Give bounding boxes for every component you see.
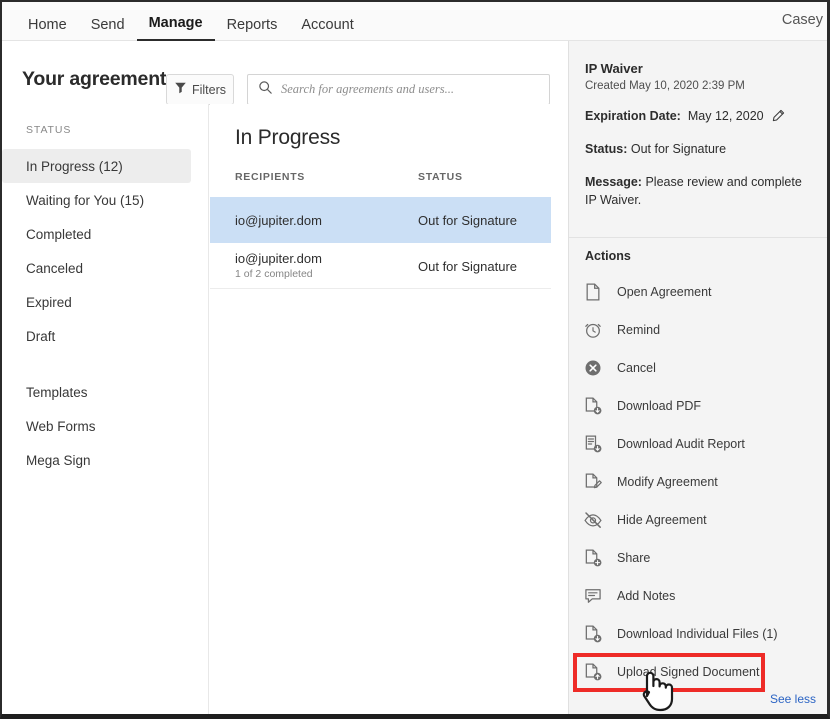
action-hide-agreement[interactable]: Hide Agreement [569, 501, 828, 539]
nav-item-home[interactable]: Home [16, 18, 79, 41]
agreement-summary: IP Waiver Created May 10, 2020 2:39 PM E… [569, 41, 827, 209]
action-label: Hide Agreement [617, 513, 707, 527]
column-header-status: STATUS [418, 171, 463, 183]
row-progress-note: 1 of 2 completed [235, 268, 313, 280]
nav-item-send[interactable]: Send [79, 18, 137, 41]
status-label: Status: [585, 142, 627, 156]
sidebar-item-templates[interactable]: Templates [2, 375, 191, 409]
sidebar-status-list: In Progress (12)Waiting for You (15)Comp… [2, 149, 208, 353]
comment-icon [583, 586, 603, 606]
filter-funnel-icon [174, 81, 187, 99]
report-download-icon [583, 434, 603, 454]
sidebar-tools-list: TemplatesWeb FormsMega Sign [2, 375, 208, 477]
sidebar-divider-space [2, 353, 208, 375]
sidebar-heading: STATUS [2, 104, 208, 136]
action-download-pdf[interactable]: Download PDF [569, 387, 828, 425]
search-placeholder: Search for agreements and users... [281, 82, 454, 97]
search-input[interactable]: Search for agreements and users... [247, 74, 550, 105]
expiration-date-label: Expiration Date: [585, 107, 681, 125]
table-row[interactable]: io@jupiter.dom Out for Signature [210, 197, 551, 243]
list-title: In Progress [235, 126, 340, 150]
action-label: Remind [617, 323, 660, 337]
action-download-individual-files-1[interactable]: Download Individual Files (1) [569, 615, 828, 653]
table-row[interactable]: io@jupiter.dom 1 of 2 completed Out for Si… [210, 243, 551, 289]
action-cancel[interactable]: Cancel [569, 349, 828, 387]
row-status: Out for Signature [418, 213, 517, 228]
message-row: Message: Please review and complete IP W… [585, 173, 811, 209]
agreement-rows: io@jupiter.domOut for Signatureio@jupite… [210, 197, 551, 289]
action-add-notes[interactable]: Add Notes [569, 577, 828, 615]
alarm-clock-icon [583, 320, 603, 340]
action-share[interactable]: Share [569, 539, 828, 577]
filters-button-label: Filters [192, 83, 226, 97]
action-label: Download Audit Report [617, 437, 745, 451]
action-label: Share [617, 551, 650, 565]
sidebar-item-web-forms[interactable]: Web Forms [2, 409, 191, 443]
search-icon [258, 80, 273, 100]
page-title: Your agreements [22, 68, 177, 91]
action-label: Open Agreement [617, 285, 712, 299]
sidebar-item-expired[interactable]: Expired [2, 285, 191, 319]
agreement-list-column: In Progress RECIPIENTS STATUS io@jupiter… [210, 104, 567, 716]
action-label: Add Notes [617, 589, 675, 603]
agreement-created-date: Created May 10, 2020 2:39 PM [585, 80, 811, 92]
sidebar-item-in-progress[interactable]: In Progress (12) [2, 149, 191, 183]
sidebar-item-canceled[interactable]: Canceled [2, 251, 191, 285]
sidebar-item-waiting-for-you[interactable]: Waiting for You (15) [2, 183, 191, 217]
page-header: Your agreements Filters Search for agree… [2, 41, 567, 104]
cancel-circle-icon [583, 358, 603, 378]
status-row: Status: Out for Signature [585, 140, 811, 158]
column-header-recipients: RECIPIENTS [235, 171, 305, 183]
action-remind[interactable]: Remind [569, 311, 828, 349]
nav-items: HomeSendManageReportsAccount [2, 2, 827, 41]
panel-divider [569, 237, 828, 238]
sidebar-item-completed[interactable]: Completed [2, 217, 191, 251]
document-edit-icon [583, 472, 603, 492]
action-download-audit-report[interactable]: Download Audit Report [569, 425, 828, 463]
action-label: Modify Agreement [617, 475, 718, 489]
action-label: Download Individual Files (1) [617, 627, 778, 641]
application-window: HomeSendManageReportsAccount Casey Your … [0, 0, 830, 719]
sidebar-item-draft[interactable]: Draft [2, 319, 191, 353]
edit-pencil-icon[interactable] [771, 109, 785, 123]
message-label: Message: [585, 175, 642, 189]
sidebar: STATUS In Progress (12)Waiting for You (… [2, 104, 209, 716]
document-add-icon [583, 548, 603, 568]
filters-button[interactable]: Filters [166, 74, 234, 105]
action-label: Download PDF [617, 399, 701, 413]
sidebar-item-mega-sign[interactable]: Mega Sign [2, 443, 191, 477]
expiration-date-row: Expiration Date: May 12, 2020 [585, 107, 811, 125]
action-open-agreement[interactable]: Open Agreement [569, 273, 828, 311]
row-status: Out for Signature [418, 259, 517, 274]
nav-item-account[interactable]: Account [289, 18, 365, 41]
see-less-link[interactable]: See less [770, 692, 816, 706]
actions-heading: Actions [585, 249, 631, 263]
status-value: Out for Signature [631, 142, 726, 156]
document-download-icon [583, 624, 603, 644]
row-recipient: io@jupiter.dom [235, 213, 322, 228]
document-download-icon [583, 396, 603, 416]
action-label: Cancel [617, 361, 656, 375]
nav-item-reports[interactable]: Reports [215, 18, 290, 41]
agreement-title: IP Waiver [585, 61, 811, 76]
list-column-headers: RECIPIENTS STATUS [210, 171, 551, 195]
document-upload-icon [583, 662, 603, 682]
nav-item-manage[interactable]: Manage [137, 16, 215, 41]
expiration-date-value: May 12, 2020 [688, 107, 764, 125]
agreement-detail-panel: IP Waiver Created May 10, 2020 2:39 PM E… [568, 41, 827, 716]
actions-list: Open Agreement Remind Cancel Download PDF Do… [569, 273, 828, 691]
action-upload-signed-document[interactable]: Upload Signed Document [569, 653, 828, 691]
eye-slash-icon [583, 510, 603, 530]
top-navigation-bar: HomeSendManageReportsAccount Casey [2, 2, 827, 41]
user-account-name[interactable]: Casey [782, 12, 823, 28]
action-label: Upload Signed Document [617, 665, 759, 679]
action-modify-agreement[interactable]: Modify Agreement [569, 463, 828, 501]
row-recipient: io@jupiter.dom [235, 251, 322, 266]
document-icon [583, 282, 603, 302]
